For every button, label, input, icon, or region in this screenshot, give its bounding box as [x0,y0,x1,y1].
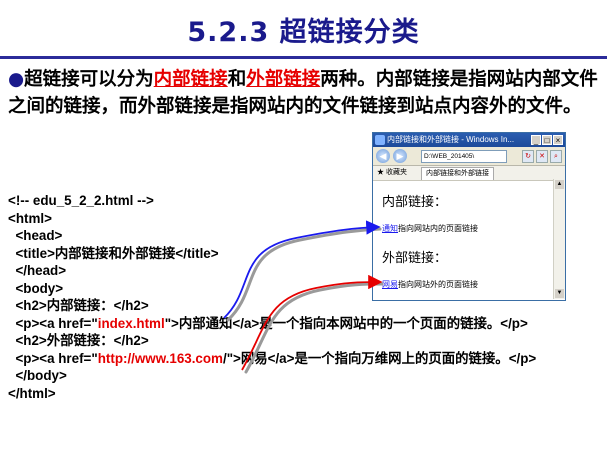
title-rule [0,56,607,59]
intro-text-2: 和 [227,69,247,90]
search-icon[interactable]: ⌕ [550,150,562,163]
paragraph-internal: 通知指向网站内的页面链接 [382,223,478,234]
internal-href: index.html [97,315,165,331]
toolbar-icons: ↻ ✕ ⌕ [522,150,562,163]
slide-title: 5.2.3 超链接分类 [187,17,420,48]
code-line-external: <p><a href="http://www.163.com/">网易</a>是… [8,350,604,368]
scrollbar[interactable]: ▲ ▼ [553,179,565,299]
refresh-icon[interactable]: ↻ [522,150,534,163]
code-fragment: <p><a href=" [8,315,98,331]
paragraph-internal-text: 指向网站内的页面链接 [398,224,478,233]
maximize-button[interactable]: □ [542,135,552,145]
code-line: <h2>外部链接：</h2> [8,333,149,348]
scroll-down-icon[interactable]: ▼ [555,289,564,298]
stop-icon[interactable]: ✕ [536,150,548,163]
address-toolbar: ◀ ▶ D:\WEB_201405\ ↻ ✕ ⌕ [373,147,565,166]
code-line-internal: <p><a href="index.html">内部通知</a>是一个指向本网站… [8,315,604,333]
code-fragment: <p><a href=" [8,350,98,366]
link-external[interactable]: 网易 [382,280,398,289]
page-content: 内部链接： 通知指向网站内的页面链接 外部链接： 网易指向网站外的页面链接 [374,181,558,299]
close-button[interactable]: × [553,135,563,145]
internal-link-term: 内部链接 [153,69,228,90]
heading-internal: 内部链接： [382,194,448,209]
address-field[interactable]: D:\WEB_201405\ [421,150,507,163]
paragraph-external-text: 指向网站外的页面链接 [398,280,478,289]
code-fragment: /">网易</a>是一个指向万维网上的页面的链接。</p> [222,350,537,366]
code-line: </body> [8,368,67,383]
back-arrow-icon[interactable]: ◀ [376,149,390,163]
ie-icon [375,135,385,145]
code-fragment: ">内部通知</a>是一个指向本网站中的一个页面的链接。</p> [164,315,528,331]
heading-external: 外部链接： [382,250,448,265]
scroll-up-icon[interactable]: ▲ [555,180,564,189]
favorites-button[interactable]: ★ 收藏夹 [377,166,407,180]
window-controls: _ □ × [531,135,563,145]
external-link-term: 外部链接 [246,69,321,90]
favorites-label: 收藏夹 [385,169,407,176]
intro-paragraph: ●超链接可以分为内部链接和外部链接两种。内部链接是指网站内部文件之间的链接，而外… [8,66,604,120]
link-internal[interactable]: 通知 [382,224,398,233]
bullet-dot: ● [8,69,25,90]
intro-text-1: 超链接可以分为 [24,69,154,90]
forward-arrow-icon[interactable]: ▶ [393,149,407,163]
code-line: </html> [8,385,56,401]
browser-window-title: 内部链接和外部链接 - Windows In... [387,135,515,144]
paragraph-external: 网易指向网站外的页面链接 [382,279,478,290]
minimize-button[interactable]: _ [531,135,541,145]
external-href: http://www.163.com [97,350,223,366]
browser-titlebar: 内部链接和外部链接 - Windows In... _ □ × [373,133,565,147]
browser-window: 内部链接和外部链接 - Windows In... _ □ × ◀ ▶ D:\W… [372,132,566,301]
tab-page[interactable]: 内部链接和外部链接 [421,167,494,180]
tab-label: 内部链接和外部链接 [426,170,489,177]
favorites-bar: ★ 收藏夹 内部链接和外部链接 [373,166,565,181]
